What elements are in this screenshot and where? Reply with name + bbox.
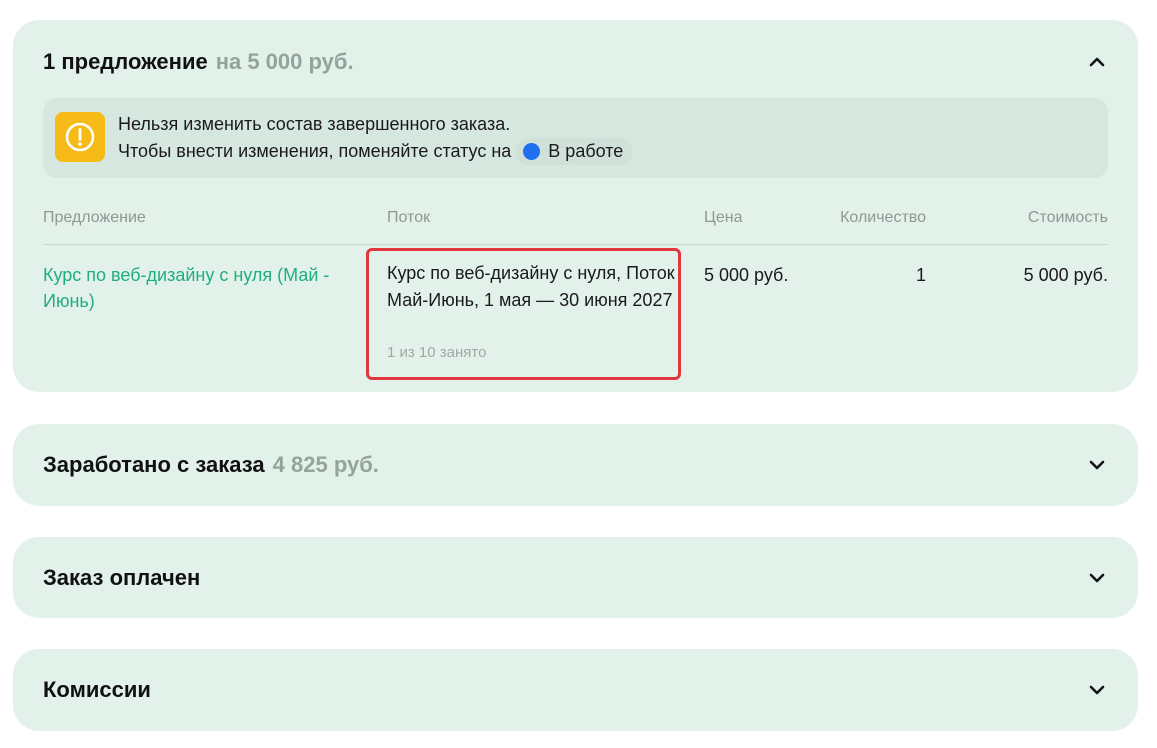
offers-panel: 1 предложение на 5 000 руб. Нельзя измен…	[13, 20, 1138, 392]
chevron-down-icon[interactable]	[1086, 679, 1108, 701]
offer-cell: Курс по веб-дизайну с нуля (Май - Июнь)	[43, 262, 343, 314]
alert-line-2-text: Чтобы внести изменения, поменяйте статус…	[118, 141, 512, 161]
offer-link[interactable]: Курс по веб-дизайну с нуля (Май - Июнь)	[43, 265, 329, 311]
status-chip-in-progress[interactable]: В работе	[515, 138, 634, 165]
column-header-price: Цена	[704, 209, 743, 226]
earned-panel: Заработано с заказа 4 825 руб.	[13, 424, 1138, 506]
column-header-stream: Поток	[387, 209, 431, 226]
locked-order-alert: Нельзя изменить состав завершенного зака…	[43, 98, 1108, 178]
exclamation-circle-icon	[55, 112, 105, 162]
offers-panel-title: 1 предложение	[43, 49, 208, 74]
paid-panel: Заказ оплачен	[13, 537, 1138, 618]
commission-panel-title: Комиссии	[43, 677, 151, 702]
commission-panel-header[interactable]: Комиссии	[43, 670, 1108, 710]
status-chip-label: В работе	[548, 141, 624, 161]
paid-panel-title: Заказ оплачен	[43, 565, 201, 590]
price-cell: 5 000 руб.	[704, 265, 789, 285]
offers-panel-amount: на 5 000 руб.	[215, 49, 354, 74]
alert-line-2: Чтобы внести изменения, поменяйте статус…	[118, 138, 634, 165]
table-divider	[43, 244, 1108, 245]
column-header-offer: Предложение	[43, 209, 146, 226]
cost-cell: 5 000 руб.	[1023, 265, 1108, 285]
chevron-down-icon[interactable]	[1086, 454, 1108, 476]
paid-panel-header[interactable]: Заказ оплачен	[43, 558, 1108, 598]
column-header-cost: Стоимость	[1027, 209, 1108, 226]
alert-line-1: Нельзя изменить состав завершенного зака…	[118, 114, 511, 134]
chevron-down-icon[interactable]	[1086, 567, 1108, 589]
stream-occupancy: 1 из 10 занято	[387, 344, 487, 361]
commission-panel: Комиссии	[13, 649, 1138, 731]
stream-name: Курс по веб-дизайну с нуля, Поток Май-Ию…	[387, 263, 675, 310]
alert-message: Нельзя изменить состав завершенного зака…	[118, 111, 634, 165]
status-dot-icon	[523, 143, 541, 160]
offers-panel-header[interactable]: 1 предложение на 5 000 руб.	[43, 42, 1108, 82]
earned-panel-header[interactable]: Заработано с заказа 4 825 руб.	[43, 445, 1108, 485]
chevron-up-icon[interactable]	[1086, 51, 1108, 73]
column-header-quantity: Количество	[840, 209, 926, 226]
earned-panel-amount: 4 825 руб.	[272, 452, 379, 477]
quantity-cell: 1	[915, 265, 926, 285]
earned-panel-title: Заработано с заказа	[43, 452, 265, 477]
